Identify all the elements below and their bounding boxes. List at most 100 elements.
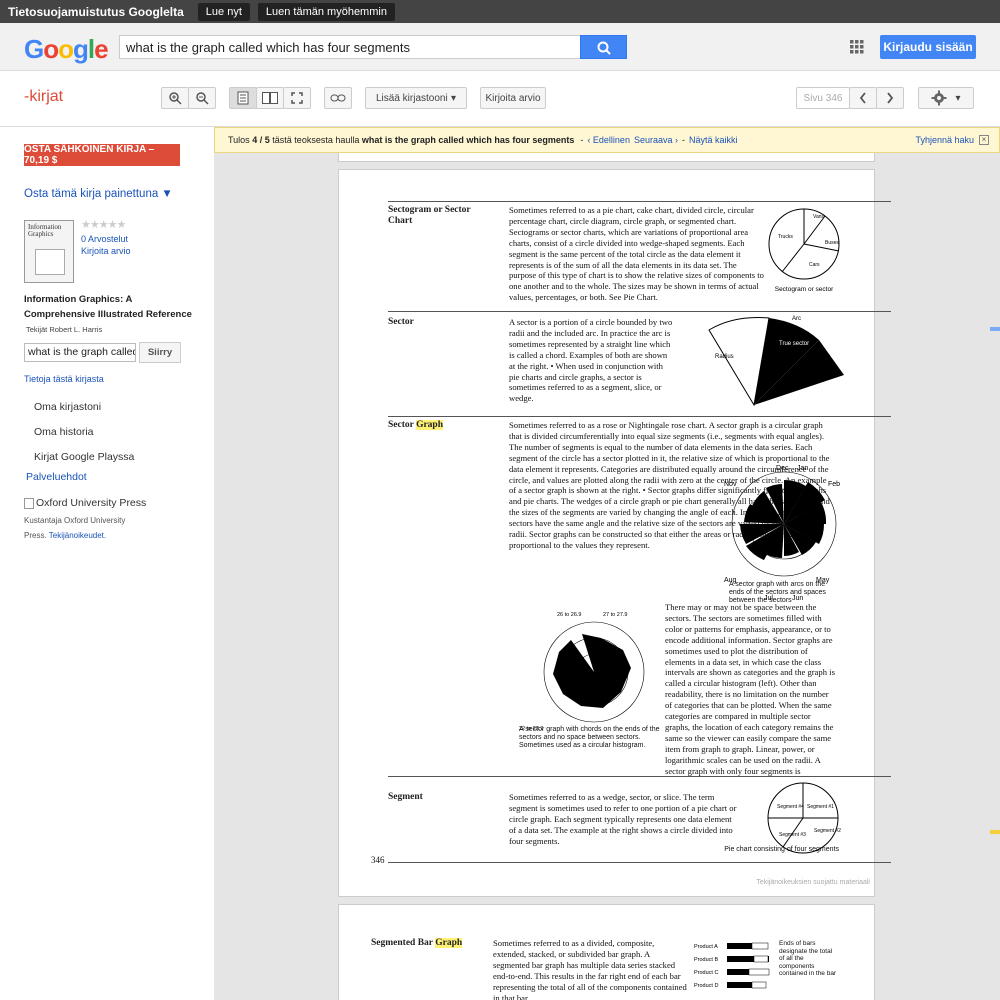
- segment-label-2: Segment #2: [814, 828, 841, 834]
- rose-label-feb: Feb: [828, 481, 840, 488]
- nav-play-books[interactable]: Kirjat Google Playssa: [34, 451, 134, 463]
- read-now-button[interactable]: Lue nyt: [197, 2, 250, 21]
- single-page-button[interactable]: [229, 87, 257, 109]
- settings-button[interactable]: ▾: [918, 87, 974, 109]
- rose-label-jan: Jan: [797, 465, 808, 472]
- result-total: 5: [264, 135, 270, 145]
- result-index: 4: [252, 135, 258, 145]
- link-button[interactable]: [324, 87, 352, 109]
- book-cover[interactable]: Information Graphics: [24, 220, 74, 283]
- copyright-link[interactable]: Tekijänoikeudet.: [49, 531, 106, 540]
- term-sectogram: Sectogram or Sector Chart: [388, 205, 471, 226]
- fan-label-arc: Arc: [792, 316, 801, 322]
- pie-label-cars: Cars: [809, 262, 820, 268]
- add-to-library-label: Lisää kirjastooni: [376, 92, 448, 104]
- settings-chevron-icon: ▾: [955, 92, 961, 104]
- reviews-link[interactable]: 0 Arvostelut: [81, 234, 128, 244]
- write-review-button[interactable]: Kirjoita arvio: [480, 87, 546, 109]
- book-page-347: Segmented Bar Graph Sometimes referred t…: [338, 904, 875, 1000]
- text-segment: Sometimes referred to as a wedge, sector…: [509, 792, 737, 846]
- segmented-bar-caption: Ends of bars designate the total of all …: [779, 940, 837, 977]
- signin-button[interactable]: Kirjaudu sisään: [880, 35, 976, 59]
- sector-fan-diagram: Radius True sector Arc: [708, 316, 844, 407]
- scroll-marker-hit[interactable]: [990, 830, 1000, 834]
- rose-label-nov: Nov: [724, 481, 737, 488]
- result-prefix: Tulos: [228, 135, 250, 145]
- text-sector-graph-continued: There may or may not be space between th…: [665, 602, 836, 777]
- page-number-field[interactable]: Sivu 346: [796, 87, 850, 109]
- pie-label-trucks: Trucks: [778, 234, 793, 240]
- bar-label-b: Product B: [694, 957, 718, 963]
- nav-my-history[interactable]: Oma historia: [34, 426, 94, 438]
- pie-caption: Sectogram or sector: [775, 286, 834, 293]
- buy-ebook-button[interactable]: OSTA SÄHKÖINEN KIRJA – 70,19 $: [24, 144, 180, 166]
- books-brand[interactable]: -kirjat: [24, 88, 63, 106]
- add-to-library-button[interactable]: Lisää kirjastooni ▾: [365, 87, 467, 109]
- google-logo[interactable]: Google: [24, 34, 109, 65]
- term-segment: Segment: [388, 792, 423, 802]
- scroll-marker[interactable]: [990, 327, 1000, 331]
- zoom-in-button[interactable]: [161, 87, 189, 109]
- book-authors: Tekijät Robert L. Harris: [26, 325, 103, 334]
- next-result-link[interactable]: Seuraava ›: [634, 135, 678, 145]
- go-button[interactable]: Siirry: [139, 342, 181, 363]
- publisher-logo-text: Oxford University Press: [36, 497, 147, 509]
- segmented-bar-chart: Product A Product B Product C Product D: [694, 942, 770, 989]
- rule: [388, 776, 891, 777]
- book-title: Information Graphics: A Comprehensive Il…: [24, 294, 192, 320]
- chevron-down-icon: ▾: [450, 92, 456, 104]
- apps-grid-icon[interactable]: [850, 40, 864, 54]
- segment-caption: Pie chart consisting of four segments: [724, 846, 839, 853]
- book-sidebar: OSTA SÄHKÖINEN KIRJA – 70,19 $ Osta tämä…: [0, 127, 214, 1000]
- text-sectogram: Sometimes referred to as a pie chart, ca…: [509, 205, 764, 303]
- buy-print-link[interactable]: Osta tämä kirja painettuna ▼: [24, 188, 173, 200]
- result-query: what is the graph called which has four …: [361, 135, 575, 145]
- search-button[interactable]: [580, 35, 627, 59]
- nav-my-library[interactable]: Oma kirjastoni: [34, 401, 101, 413]
- rule: [388, 862, 891, 863]
- term-sector-graph: Sector Graph: [388, 420, 443, 430]
- broken-image-icon: [24, 497, 34, 509]
- term-segmented-bar-graph: Segmented Bar Graph: [371, 938, 463, 948]
- terms-link[interactable]: Palveluehdot: [26, 471, 87, 483]
- chevron-right-icon: [887, 92, 894, 104]
- show-all-link[interactable]: Näytä kaikki: [689, 135, 738, 145]
- pie-label-buses: Buses: [825, 240, 839, 246]
- zoom-out-button[interactable]: [188, 87, 216, 109]
- two-page-button[interactable]: [256, 87, 284, 109]
- pie-label-vans: Vans: [813, 214, 825, 220]
- copyright-notice: Tekijänoikeuksien suojattu materiaali: [756, 879, 870, 886]
- zoom-in-icon: [169, 92, 182, 105]
- histogram-caption: A sector graph with chords on the ends o…: [519, 726, 660, 749]
- result-mid: tästä teoksesta haulla: [272, 135, 360, 145]
- books-toolbar: -kirjat Lisää kirjastooni ▾ Kirjoita arvi…: [0, 71, 1000, 127]
- next-page-button[interactable]: [876, 87, 904, 109]
- book-viewer[interactable]: Sectogram or Sector Chart Sometimes refe…: [214, 127, 1000, 1000]
- fan-label-radius: Radius: [715, 354, 734, 360]
- search-icon: [597, 41, 611, 55]
- book-page-346: Sectogram or Sector Chart Sometimes refe…: [338, 169, 891, 897]
- bar-label-a: Product A: [694, 944, 718, 950]
- prev-result-link[interactable]: ‹ Edellinen: [587, 135, 630, 145]
- rule: [388, 416, 891, 417]
- search-result-bar: Tulos 4 / 5 tästä teoksesta haulla what …: [214, 127, 1000, 153]
- prev-page-button[interactable]: [849, 87, 877, 109]
- about-book-link[interactable]: Tietoja tästä kirjasta: [24, 374, 104, 384]
- term-sector: Sector: [388, 317, 414, 327]
- sectogram-pie-chart: Vans Buses Cars Trucks Sectogram or sect…: [768, 208, 840, 293]
- write-review-link[interactable]: Kirjoita arvio: [81, 246, 131, 256]
- bar-label-c: Product C: [694, 970, 718, 976]
- read-later-button[interactable]: Luen tämän myöhemmin: [257, 2, 395, 21]
- zoom-out-icon: [196, 92, 209, 105]
- text-segmented-bar-graph: Sometimes referred to as a divided, comp…: [493, 938, 687, 1000]
- fullscreen-button[interactable]: [283, 87, 311, 109]
- publisher-info: Kustantaja Oxford University Press. Teki…: [24, 514, 144, 543]
- page-number: 346: [371, 855, 385, 865]
- fullscreen-icon: [291, 92, 303, 104]
- result-separator: /: [259, 135, 263, 145]
- search-input[interactable]: what is the graph called which has four …: [119, 35, 581, 59]
- in-book-search-input[interactable]: what is the graph called: [24, 343, 136, 362]
- circular-histogram: 26 to 26.9 27 to 27.9 22 to 22.9: [519, 612, 645, 730]
- clear-search-link[interactable]: Tyhjennä haku: [915, 135, 974, 145]
- close-icon[interactable]: ×: [979, 135, 989, 145]
